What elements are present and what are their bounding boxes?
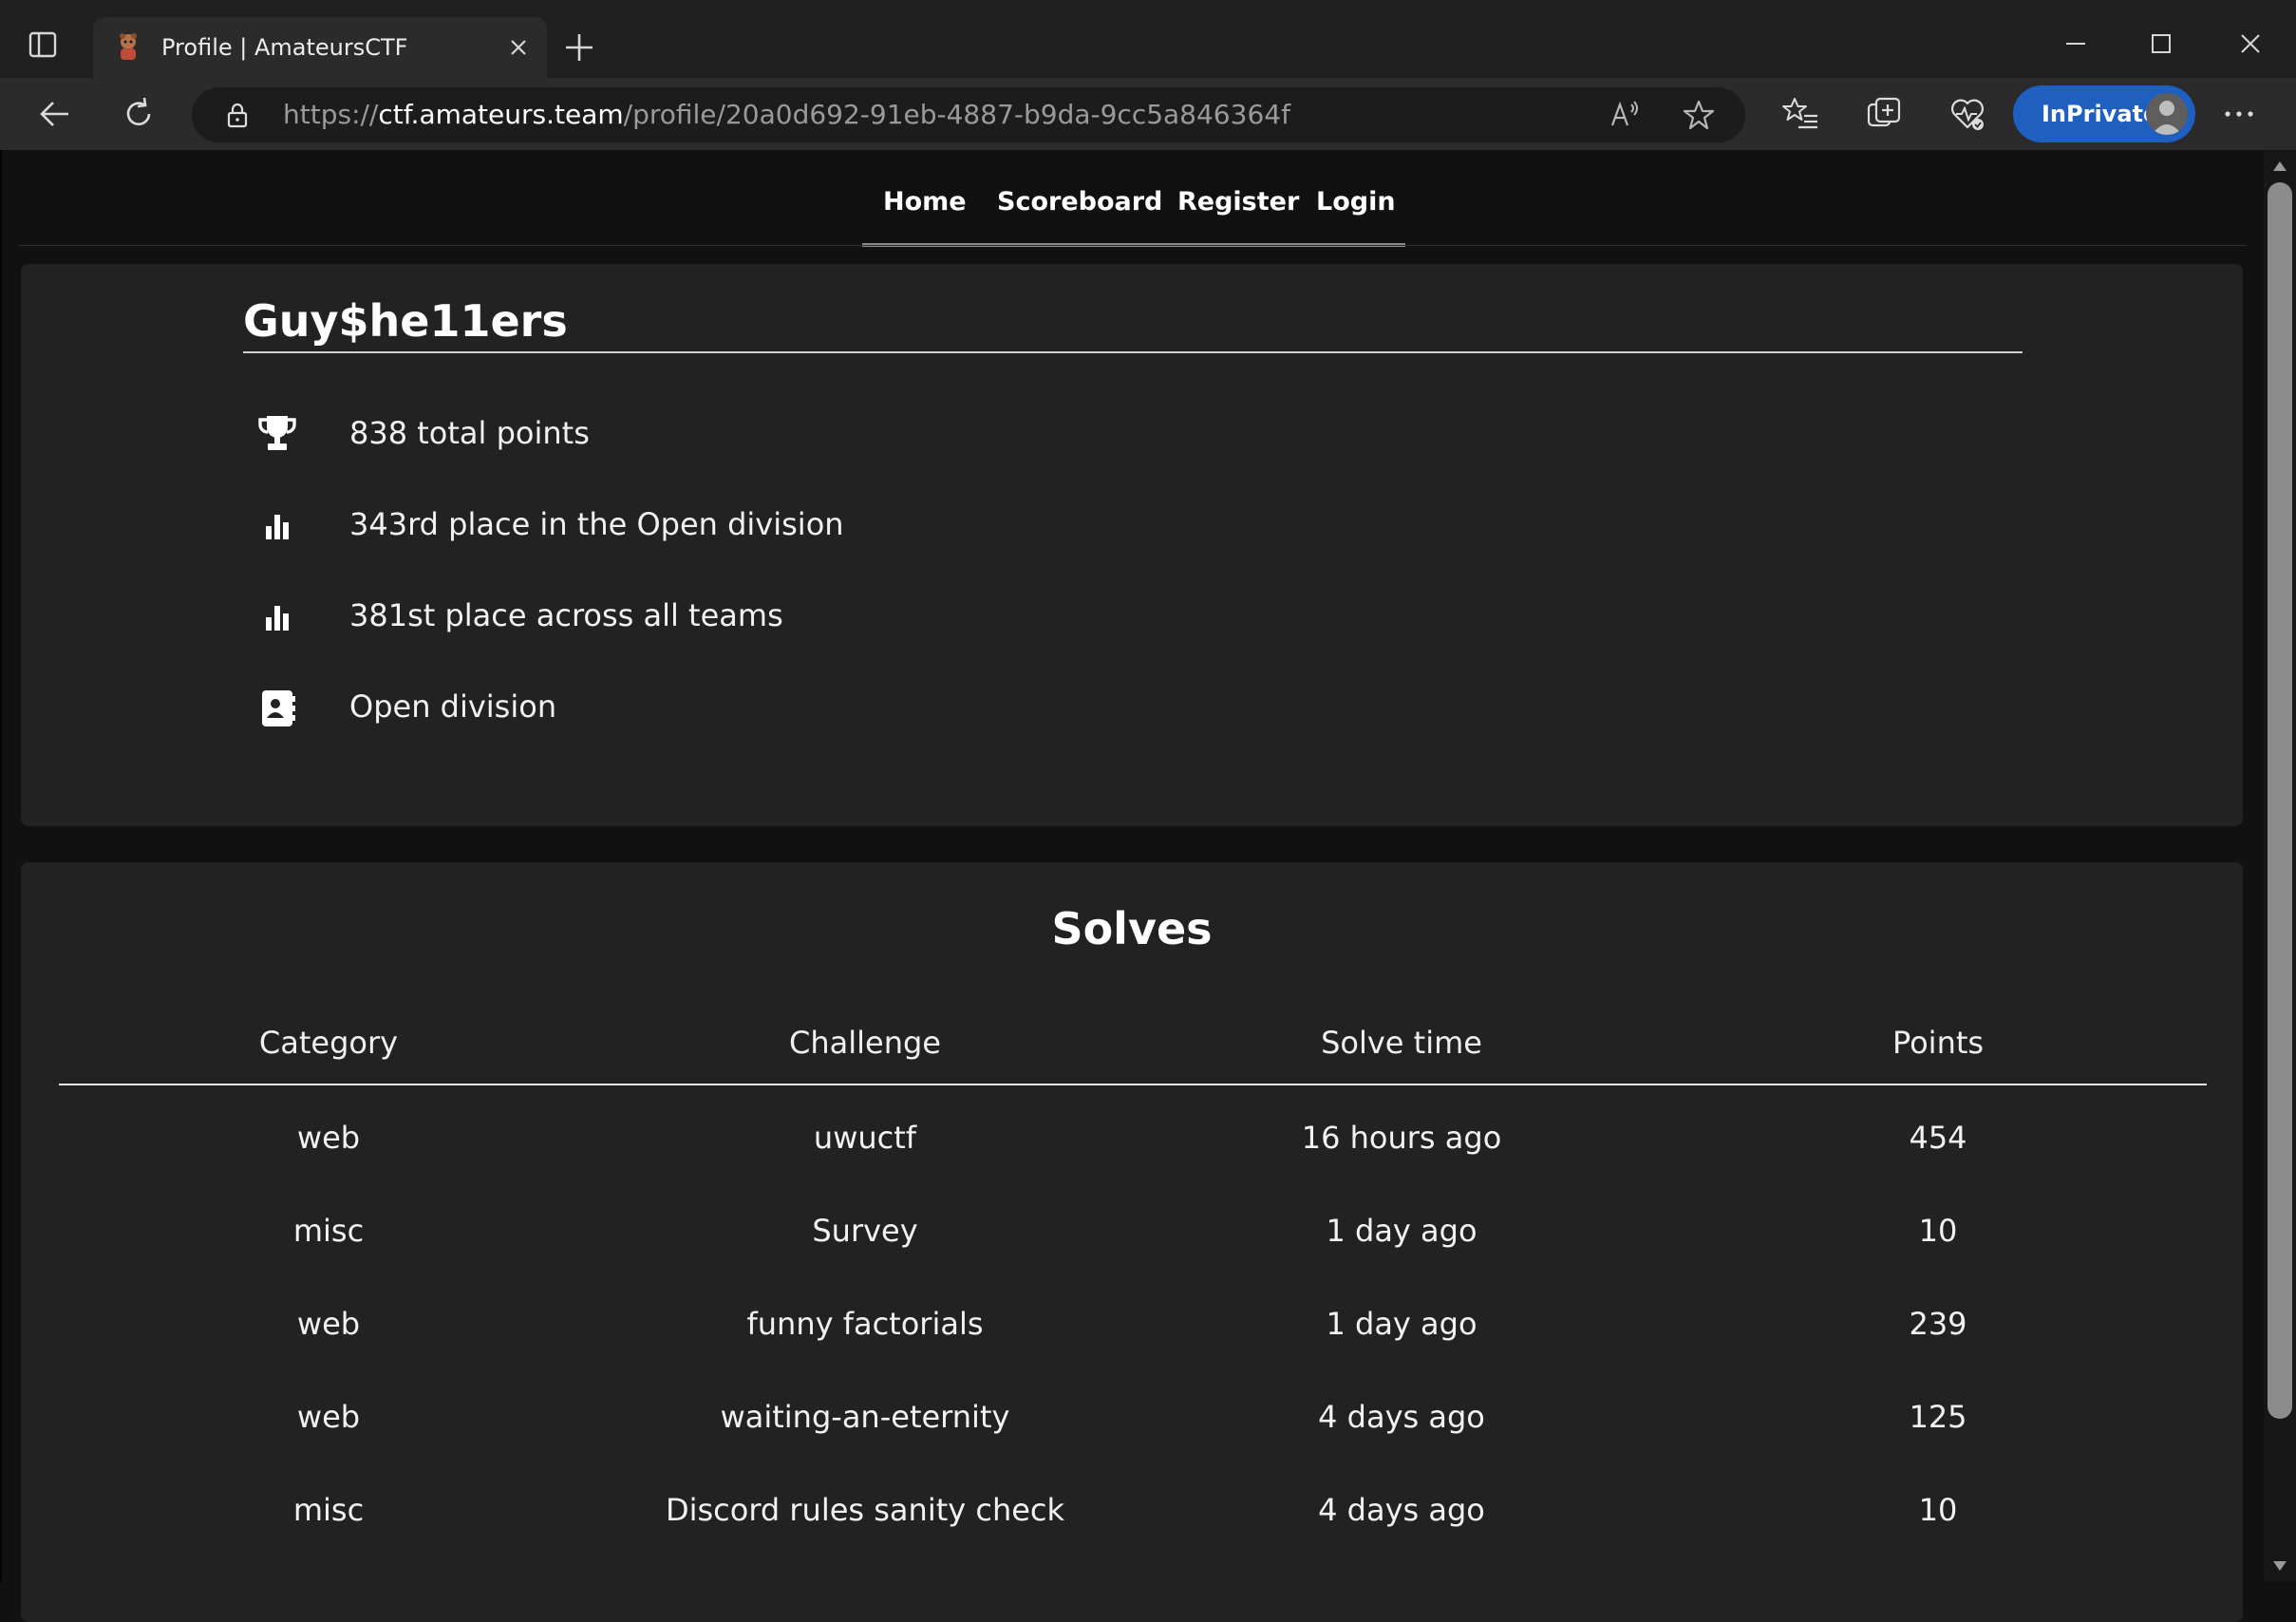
tab-actions-icon[interactable] bbox=[28, 30, 57, 59]
cell-challenge: waiting-an-eternity bbox=[720, 1399, 1010, 1435]
collections-icon[interactable] bbox=[1865, 95, 1903, 133]
solves-card: Solves Category Challenge Solve time Poi… bbox=[21, 862, 2243, 1622]
favorite-star-icon[interactable] bbox=[1683, 99, 1715, 131]
favorites-list-icon[interactable] bbox=[1781, 95, 1819, 133]
team-name: Guy$he11ers bbox=[243, 295, 568, 347]
column-header-points: Points bbox=[1891, 1025, 1985, 1061]
inprivate-label: InPrivate bbox=[2042, 101, 2159, 127]
cell-solve-time: 16 hours ago bbox=[1301, 1120, 1502, 1156]
minimize-icon[interactable] bbox=[2057, 25, 2095, 63]
inprivate-profile-button[interactable]: InPrivate bbox=[2013, 85, 2195, 142]
cell-challenge: uwuctf bbox=[813, 1120, 917, 1156]
url-text[interactable]: https://ctf.amateurs.team/profile/20a0d6… bbox=[283, 100, 1290, 130]
close-window-icon[interactable] bbox=[2231, 25, 2269, 63]
cell-challenge: funny factorials bbox=[746, 1306, 984, 1342]
cell-solve-time: 1 day ago bbox=[1326, 1213, 1477, 1249]
url-prefix: https:// bbox=[283, 99, 379, 130]
vertical-scrollbar[interactable] bbox=[2264, 150, 2296, 1582]
bar-chart-icon bbox=[266, 515, 289, 539]
profile-card: Guy$he11ers 838 total points 343rd place… bbox=[21, 264, 2243, 826]
browser-essentials-icon[interactable] bbox=[1948, 95, 1986, 133]
cell-category: misc bbox=[292, 1213, 365, 1249]
cell-points: 239 bbox=[1909, 1306, 1967, 1342]
page-viewport: Home Scoreboard Register Login Guy$he11e… bbox=[0, 150, 2266, 1622]
nav-link-login[interactable]: Login bbox=[1316, 186, 1396, 218]
cell-category: misc bbox=[292, 1492, 365, 1528]
site-navbar: Home Scoreboard Register Login bbox=[2, 150, 2264, 247]
stat-division: Open division bbox=[349, 688, 557, 725]
solves-title: Solves bbox=[1051, 903, 1213, 954]
browser-toolbar: https://ctf.amateurs.team/profile/20a0d6… bbox=[0, 78, 2296, 150]
browser-titlebar: Profile | AmateursCTF bbox=[0, 0, 2296, 78]
back-arrow-icon[interactable] bbox=[36, 95, 74, 133]
maximize-icon[interactable] bbox=[2142, 25, 2180, 63]
refresh-icon[interactable] bbox=[120, 95, 158, 133]
scrollbar-thumb[interactable] bbox=[2268, 182, 2292, 1419]
nav-link-home[interactable]: Home bbox=[883, 186, 967, 218]
cell-category: web bbox=[296, 1306, 361, 1342]
navbar-divider bbox=[19, 245, 2247, 246]
address-bar[interactable]: https://ctf.amateurs.team/profile/20a0d6… bbox=[192, 87, 1745, 142]
stat-division-place: 343rd place in the Open division bbox=[349, 506, 844, 542]
column-header-category: Category bbox=[258, 1025, 399, 1061]
bar-chart-icon bbox=[266, 606, 289, 631]
cell-points: 454 bbox=[1909, 1120, 1967, 1156]
scroll-down-arrow-icon[interactable] bbox=[2273, 1561, 2287, 1571]
person-icon bbox=[2152, 101, 2182, 135]
lock-icon[interactable] bbox=[224, 102, 251, 128]
cell-category: web bbox=[296, 1399, 361, 1435]
table-header-divider bbox=[59, 1084, 2207, 1085]
cell-points: 10 bbox=[1918, 1213, 1958, 1249]
close-tab-icon[interactable] bbox=[507, 36, 530, 59]
cell-challenge: Discord rules sanity check bbox=[665, 1492, 1065, 1528]
url-host: ctf.amateurs.team bbox=[378, 99, 624, 130]
read-aloud-icon[interactable] bbox=[1609, 99, 1641, 131]
cell-challenge: Survey bbox=[812, 1213, 918, 1249]
new-tab-icon[interactable] bbox=[562, 30, 596, 65]
column-header-solve-time: Solve time bbox=[1321, 1025, 1482, 1061]
browser-tab-active[interactable]: Profile | AmateursCTF bbox=[93, 17, 547, 78]
cell-solve-time: 1 day ago bbox=[1326, 1306, 1477, 1342]
cell-category: web bbox=[296, 1120, 361, 1156]
profile-avatar bbox=[2146, 93, 2188, 135]
nav-link-scoreboard[interactable]: Scoreboard bbox=[997, 186, 1162, 218]
nav-link-register[interactable]: Register bbox=[1177, 186, 1299, 218]
stat-overall-place: 381st place across all teams bbox=[349, 597, 783, 633]
more-options-icon[interactable] bbox=[2218, 95, 2260, 133]
url-path: /profile/20a0d692-91eb-4887-b9da-9cc5a84… bbox=[623, 99, 1290, 130]
cell-solve-time: 4 days ago bbox=[1318, 1492, 1485, 1528]
scroll-up-arrow-icon[interactable] bbox=[2273, 161, 2287, 171]
team-name-underline bbox=[243, 351, 2023, 353]
site-favicon-icon bbox=[120, 33, 137, 60]
column-header-challenge: Challenge bbox=[789, 1025, 941, 1061]
trophy-icon bbox=[258, 416, 296, 450]
tab-title: Profile | AmateursCTF bbox=[161, 34, 408, 61]
cell-solve-time: 4 days ago bbox=[1318, 1399, 1485, 1435]
contact-card-icon bbox=[262, 690, 295, 726]
stat-total-points: 838 total points bbox=[349, 415, 590, 451]
cell-points: 10 bbox=[1918, 1492, 1958, 1528]
cell-points: 125 bbox=[1909, 1399, 1967, 1435]
